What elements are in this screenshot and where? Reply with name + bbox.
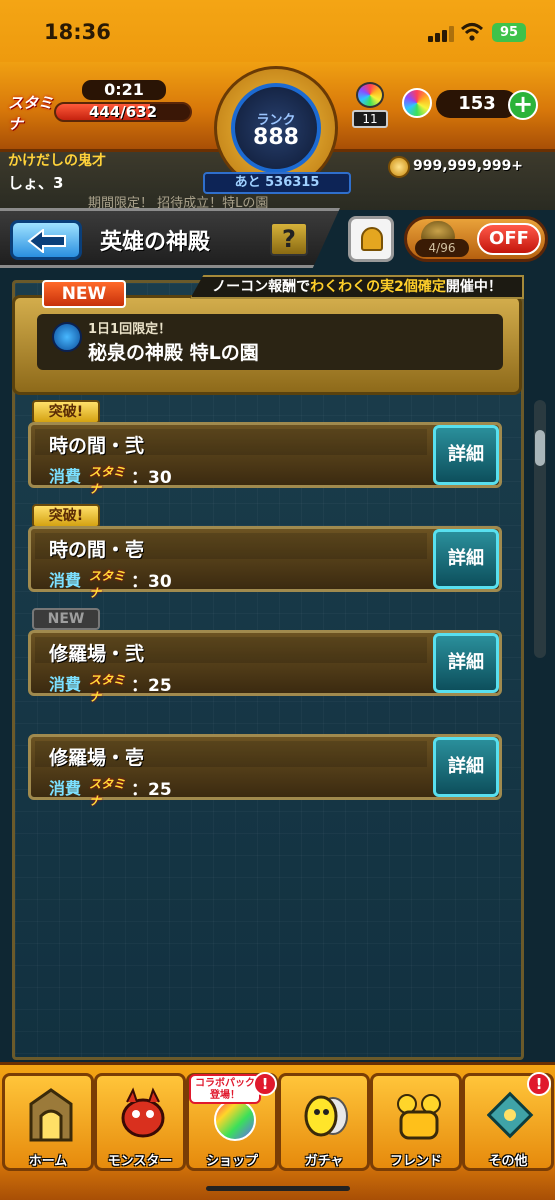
monster-icon <box>121 1087 165 1138</box>
scrollbar[interactable] <box>534 400 546 658</box>
rank-dial: ランク 888 <box>231 83 321 173</box>
quest-name: 時の間・壱 <box>49 539 145 561</box>
nav-other[interactable]: ! その他 <box>462 1072 554 1171</box>
event-ribbon-suffix: 開催中！ <box>445 279 502 295</box>
new-badge-dim: NEW <box>32 608 100 630</box>
arrow-left-icon <box>27 229 66 253</box>
notification-badge: ! <box>527 1072 551 1096</box>
home-indicator <box>206 1186 350 1191</box>
status-time: 18:36 <box>44 20 111 44</box>
new-badge: NEW <box>42 280 126 308</box>
friends-icon <box>397 1094 441 1140</box>
add-orb-button[interactable]: + <box>508 90 538 120</box>
quest-item[interactable]: 時の間・弐 消費 スタミナ ：30 詳細 <box>28 422 502 496</box>
quest-item[interactable]: 時の間・壱 消費 スタミナ ：30 詳細 <box>28 526 502 600</box>
orb-count: 153 <box>436 90 518 118</box>
cost-label: 消費 <box>49 571 82 590</box>
help-button[interactable]: ? <box>270 222 308 256</box>
quest-name: 修羅場・弐 <box>49 643 145 665</box>
turtle-icon <box>421 221 455 241</box>
featured-quest-subtitle: 1日1回限定！ <box>88 322 172 337</box>
cost-label: 消費 <box>49 779 82 798</box>
stamina-mini-icon: スタミナ <box>89 777 126 808</box>
back-button[interactable] <box>10 220 82 260</box>
user-name: しょ、3 <box>8 174 64 192</box>
coin-icon <box>388 156 410 178</box>
quest-item[interactable]: 修羅場・弐 消費 スタミナ ：25 詳細 <box>28 630 502 704</box>
detail-button[interactable]: 詳細 <box>433 529 499 589</box>
event-ribbon-prefix: ノーコン報酬で <box>212 279 311 295</box>
event-ribbon: ノーコン報酬でわくわくの実2個確定開催中！ <box>190 275 524 299</box>
gacha-egg-icon <box>304 1095 348 1137</box>
user-title: かけだしの鬼才 <box>8 153 106 169</box>
auto-toggle[interactable]: 4/96 OFF <box>404 216 548 262</box>
nav-label: モンスター <box>107 1154 173 1169</box>
nav-monster[interactable]: モンスター <box>94 1073 186 1171</box>
stamina-value: 444/632 <box>88 103 158 121</box>
stamina-meter[interactable]: 0:21 444/632 <box>54 80 192 124</box>
cost-label: 消費 <box>49 675 82 694</box>
quest-item[interactable]: 修羅場・壱 消費 スタミナ ：25 詳細 <box>28 734 502 808</box>
nav-label: ホーム <box>28 1154 68 1169</box>
stamina-cost: ：25 <box>131 676 172 696</box>
clock-icon <box>52 322 82 352</box>
stamina-cost: ：30 <box>131 572 172 592</box>
other-menu-icon <box>487 1091 534 1139</box>
detail-button[interactable]: 詳細 <box>433 425 499 485</box>
nav-label: ショップ <box>205 1154 258 1169</box>
off-button[interactable]: OFF <box>477 223 541 255</box>
orb-stock-count: 11 <box>352 110 388 128</box>
stamina-mini-icon: スタミナ <box>89 673 126 704</box>
signal-icon <box>428 26 454 42</box>
nav-friend[interactable]: フレンド <box>370 1073 462 1171</box>
stamina-timer: 0:21 <box>82 80 166 100</box>
battery-indicator: 95 <box>492 23 526 42</box>
nav-shop[interactable]: コラボパック登場！ ! ショップ <box>186 1072 278 1171</box>
stamina-bar: 444/632 <box>54 102 192 122</box>
scrollbar-thumb[interactable] <box>535 430 545 466</box>
detail-button[interactable]: 詳細 <box>433 633 499 693</box>
quest-name: 時の間・弐 <box>49 435 145 457</box>
detail-button[interactable]: 詳細 <box>433 737 499 797</box>
bell-icon <box>361 227 383 251</box>
page-title: 英雄の神殿 <box>100 230 211 255</box>
home-gate-icon <box>29 1088 73 1142</box>
stamina-mini-icon: スタミナ <box>89 465 126 496</box>
bottom-nav: ホーム モンスター コラボパック登場！ ! ショップ ガチャ フレンド ! その… <box>0 1062 555 1200</box>
notification-badge: ! <box>253 1072 277 1096</box>
nav-label: その他 <box>488 1154 528 1169</box>
nav-label: フレンド <box>389 1154 442 1169</box>
orb-stock-button[interactable]: 11 <box>348 80 392 128</box>
stamina-mini-icon: スタミナ <box>89 569 126 600</box>
featured-quest-title: 秘泉の神殿 特Lの園 <box>88 342 259 364</box>
stamina-cost: ：30 <box>131 468 172 488</box>
wifi-icon <box>460 23 484 41</box>
nav-gacha[interactable]: ガチャ <box>278 1073 370 1171</box>
nav-label: ガチャ <box>304 1154 344 1169</box>
stamina-icon: スタミナ <box>8 94 54 133</box>
stamina-cost: ：25 <box>131 780 172 800</box>
collab-pack-tag: コラボパック登場！ <box>189 1074 261 1104</box>
nav-home[interactable]: ホーム <box>2 1073 94 1171</box>
next-rank-exp: あと 536315 <box>203 172 351 194</box>
notification-bell-button[interactable] <box>348 216 394 262</box>
coin-count: 999,999,999+ <box>413 158 524 174</box>
orb-icon <box>402 88 432 118</box>
rank-value: 888 <box>253 125 299 150</box>
toggle-count: 4/96 <box>415 239 469 257</box>
breakthrough-badge: 突破! <box>32 400 100 424</box>
rainbow-orb-icon <box>356 82 384 108</box>
event-ribbon-highlight: わくわくの実2個確定 <box>310 279 446 295</box>
quest-name: 修羅場・壱 <box>49 747 145 769</box>
cost-label: 消費 <box>49 467 82 486</box>
breakthrough-badge: 突破! <box>32 504 100 528</box>
